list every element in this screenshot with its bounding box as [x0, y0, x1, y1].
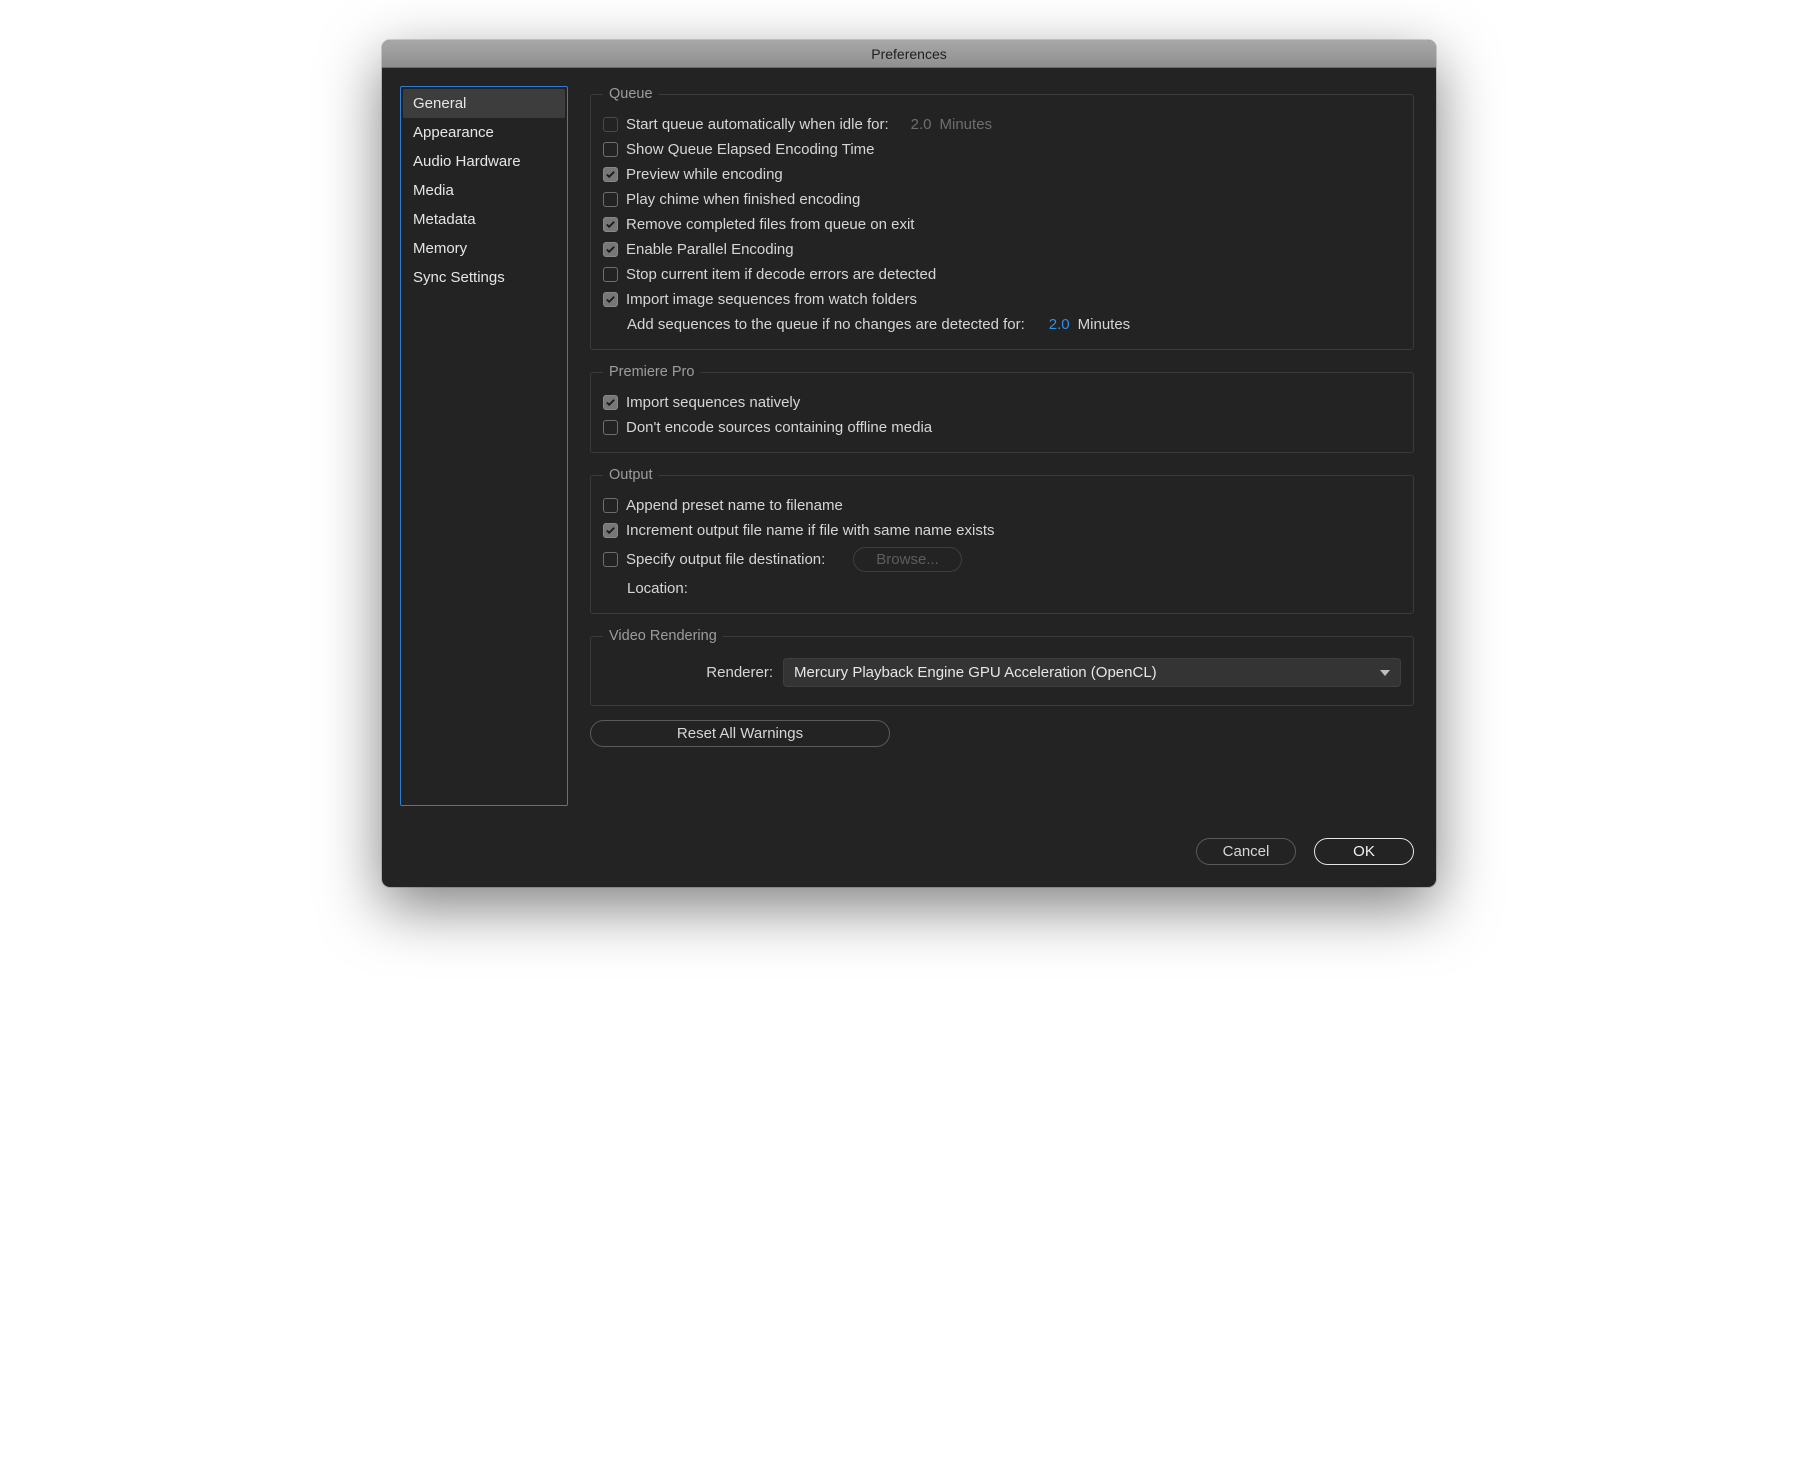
- label-increment: Increment output file name if file with …: [626, 522, 995, 539]
- label-chime: Play chime when finished encoding: [626, 191, 860, 208]
- ok-button[interactable]: OK: [1314, 838, 1414, 865]
- category-sidebar: General Appearance Audio Hardware Media …: [400, 86, 568, 806]
- chevron-down-icon: [1380, 670, 1390, 676]
- sidebar-item-sync-settings[interactable]: Sync Settings: [403, 263, 565, 292]
- cancel-button[interactable]: Cancel: [1196, 838, 1296, 865]
- checkbox-append-preset[interactable]: [603, 498, 618, 513]
- label-import-native: Import sequences natively: [626, 394, 800, 411]
- label-append-preset: Append preset name to filename: [626, 497, 843, 514]
- premiere-legend: Premiere Pro: [603, 364, 700, 380]
- location-label: Location:: [627, 580, 688, 597]
- window-title: Preferences: [382, 40, 1436, 68]
- label-dont-encode-offline: Don't encode sources containing offline …: [626, 419, 932, 436]
- unit-start-idle: Minutes: [940, 116, 993, 133]
- label-stop-decode-errors: Stop current item if decode errors are d…: [626, 266, 936, 283]
- checkbox-remove-completed[interactable]: [603, 217, 618, 232]
- checkbox-preview[interactable]: [603, 167, 618, 182]
- checkbox-stop-decode-errors[interactable]: [603, 267, 618, 282]
- renderer-value: Mercury Playback Engine GPU Acceleration…: [794, 664, 1157, 681]
- checkbox-import-native[interactable]: [603, 395, 618, 410]
- label-parallel: Enable Parallel Encoding: [626, 241, 794, 258]
- value-start-idle[interactable]: 2.0: [911, 116, 932, 133]
- video-legend: Video Rendering: [603, 628, 723, 644]
- label-remove-completed: Remove completed files from queue on exi…: [626, 216, 914, 233]
- label-specify-dest: Specify output file destination:: [626, 551, 825, 568]
- reset-warnings-button[interactable]: Reset All Warnings: [590, 720, 890, 747]
- checkbox-import-image-seq[interactable]: [603, 292, 618, 307]
- sidebar-item-audio-hardware[interactable]: Audio Hardware: [403, 147, 565, 176]
- checkbox-specify-dest[interactable]: [603, 552, 618, 567]
- label-import-image-seq: Import image sequences from watch folder…: [626, 291, 917, 308]
- renderer-select[interactable]: Mercury Playback Engine GPU Acceleration…: [783, 658, 1401, 687]
- renderer-label: Renderer:: [603, 664, 773, 681]
- output-group: Output Append preset name to filename In…: [590, 467, 1414, 614]
- label-show-elapsed: Show Queue Elapsed Encoding Time: [626, 141, 875, 158]
- checkbox-dont-encode-offline[interactable]: [603, 420, 618, 435]
- sidebar-item-appearance[interactable]: Appearance: [403, 118, 565, 147]
- queue-group: Queue Start queue automatically when idl…: [590, 86, 1414, 350]
- checkbox-parallel[interactable]: [603, 242, 618, 257]
- output-legend: Output: [603, 467, 659, 483]
- label-preview: Preview while encoding: [626, 166, 783, 183]
- label-start-idle: Start queue automatically when idle for:: [626, 116, 889, 133]
- checkbox-chime[interactable]: [603, 192, 618, 207]
- sidebar-item-media[interactable]: Media: [403, 176, 565, 205]
- preferences-window: Preferences General Appearance Audio Har…: [382, 40, 1436, 887]
- checkbox-start-idle[interactable]: [603, 117, 618, 132]
- premiere-group: Premiere Pro Import sequences natively D…: [590, 364, 1414, 453]
- video-rendering-group: Video Rendering Renderer: Mercury Playba…: [590, 628, 1414, 706]
- label-add-seq: Add sequences to the queue if no changes…: [627, 316, 1025, 333]
- sidebar-item-memory[interactable]: Memory: [403, 234, 565, 263]
- sidebar-item-metadata[interactable]: Metadata: [403, 205, 565, 234]
- value-add-seq[interactable]: 2.0: [1049, 316, 1070, 333]
- unit-add-seq: Minutes: [1078, 316, 1131, 333]
- browse-button[interactable]: Browse...: [853, 547, 962, 572]
- checkbox-show-elapsed[interactable]: [603, 142, 618, 157]
- sidebar-item-general[interactable]: General: [403, 89, 565, 118]
- checkbox-increment[interactable]: [603, 523, 618, 538]
- queue-legend: Queue: [603, 86, 659, 102]
